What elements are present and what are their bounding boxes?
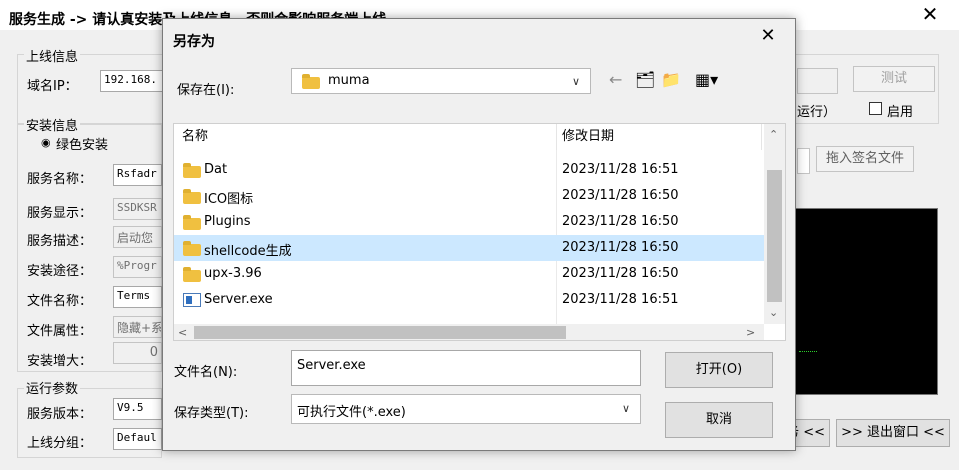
- list-item[interactable]: Dat 2023/11/28 16:51: [174, 157, 764, 183]
- service-display-input[interactable]: SSDKSR: [113, 198, 162, 220]
- file-date: 2023/11/28 16:50: [562, 188, 679, 203]
- list-item[interactable]: Server.exe 2023/11/28 16:51: [174, 287, 764, 313]
- close-icon[interactable]: ✕: [918, 2, 942, 26]
- horizontal-scrollbar[interactable]: < >: [174, 324, 764, 340]
- group-input[interactable]: Defaul: [113, 428, 162, 450]
- save-in-select[interactable]: muma ∨: [291, 68, 591, 94]
- dialog-close-icon[interactable]: ✕: [755, 23, 781, 49]
- scrollbar-thumb[interactable]: [767, 170, 782, 302]
- list-item-selected[interactable]: shellcode生成 2023/11/28 16:50: [174, 235, 764, 261]
- list-item[interactable]: ICO图标 2023/11/28 16:50: [174, 183, 764, 209]
- enable-checkbox[interactable]: [869, 102, 882, 119]
- filetype-value: 可执行文件(*.exe): [297, 405, 406, 420]
- folder-icon: [183, 189, 201, 204]
- vertical-scrollbar[interactable]: ⌃ ⌄: [764, 124, 785, 324]
- folder-icon: [183, 163, 201, 178]
- file-list: 名称 修改日期 Dat 2023/11/28 16:51 ICO图标 2023/…: [173, 123, 786, 341]
- file-name: Server.exe: [204, 292, 273, 307]
- dialog-title: 另存为: [173, 34, 215, 50]
- port-input[interactable]: [797, 68, 838, 94]
- scrollbar-thumb[interactable]: [194, 326, 566, 339]
- checkbox-box[interactable]: [869, 102, 882, 115]
- filetype-label: 保存类型(T):: [174, 406, 249, 421]
- list-item[interactable]: upx-3.96 2023/11/28 16:50: [174, 261, 764, 287]
- online-info-title: 上线信息: [24, 46, 81, 65]
- file-name: ICO图标: [204, 192, 254, 207]
- drag-sign-file-button[interactable]: 拖入签名文件: [816, 146, 914, 172]
- filename-input[interactable]: Server.exe: [291, 350, 641, 386]
- enable-label: 启用: [887, 105, 914, 120]
- file-date: 2023/11/28 16:51: [562, 292, 679, 307]
- folder-icon: [302, 74, 320, 89]
- list-item[interactable]: Plugins 2023/11/28 16:50: [174, 209, 764, 235]
- install-path-label: 安装途径：: [27, 264, 93, 279]
- back-arrow-icon[interactable]: ←: [609, 70, 622, 89]
- cancel-button[interactable]: 取消: [665, 402, 773, 438]
- file-attr-select[interactable]: 隐藏+系: [113, 316, 162, 338]
- save-as-dialog: 另存为 ✕ 保存在(I): muma ∨ ← 🗂 📁 ▦▾ 名称 修改日期 Da…: [162, 18, 796, 451]
- scroll-left-icon[interactable]: <: [178, 326, 187, 339]
- install-info-title: 安装信息: [24, 115, 81, 134]
- file-name-label: 文件名称：: [27, 294, 93, 309]
- run-params-title: 运行参数: [24, 378, 81, 397]
- domain-input[interactable]: 192.168.: [100, 70, 164, 92]
- service-name-input[interactable]: Rsfadr: [113, 164, 162, 186]
- file-name: Dat: [204, 162, 228, 177]
- install-growth-label: 安装增大：: [27, 354, 93, 369]
- install-growth-input[interactable]: 0: [113, 342, 162, 364]
- green-install-label: 绿色安装: [56, 138, 109, 153]
- dialog-toolbar: ← 🗂 📁 ▦▾: [609, 68, 729, 94]
- service-version-input[interactable]: V9.5: [113, 398, 162, 420]
- chevron-down-icon: ∨: [572, 75, 581, 88]
- scroll-down-icon[interactable]: ⌄: [769, 306, 778, 319]
- new-folder-icon[interactable]: 📁: [661, 70, 681, 89]
- service-desc-label: 服务描述：: [27, 234, 93, 249]
- scroll-right-icon[interactable]: >: [746, 326, 755, 339]
- domain-label: 域名IP：: [27, 79, 78, 94]
- run-hint: 运行）: [797, 105, 837, 120]
- save-in-label: 保存在(I):: [177, 83, 235, 98]
- filetype-select[interactable]: 可执行文件(*.exe) ∨: [291, 394, 641, 424]
- view-menu-icon[interactable]: ▦▾: [695, 70, 718, 89]
- file-name: upx-3.96: [204, 266, 262, 281]
- file-name: shellcode生成: [204, 244, 292, 259]
- service-version-label: 服务版本：: [27, 407, 93, 422]
- file-name: Plugins: [204, 214, 251, 229]
- folder-icon: [183, 267, 201, 282]
- file-date: 2023/11/28 16:50: [562, 240, 679, 255]
- file-date: 2023/11/28 16:50: [562, 266, 679, 281]
- sign-file-input[interactable]: [797, 148, 810, 174]
- folder-icon: [183, 241, 201, 256]
- test-button[interactable]: 测试: [853, 66, 935, 92]
- service-display-label: 服务显示：: [27, 206, 93, 221]
- column-header-date[interactable]: 修改日期: [562, 124, 762, 150]
- chevron-down-icon: ∨: [622, 402, 631, 415]
- exit-window-button[interactable]: >> 退出窗口 <<: [836, 419, 950, 447]
- log-panel: [790, 208, 938, 395]
- folder-icon: [183, 215, 201, 230]
- up-folder-icon[interactable]: 🗂: [635, 70, 655, 89]
- scroll-up-icon[interactable]: ⌃: [769, 128, 778, 141]
- file-date: 2023/11/28 16:50: [562, 214, 679, 229]
- service-name-label: 服务名称：: [27, 172, 93, 187]
- radio-selected-icon[interactable]: ◉: [41, 136, 51, 149]
- save-in-value: muma: [328, 73, 370, 88]
- group-label: 上线分组：: [27, 436, 93, 451]
- file-name-input[interactable]: Terms: [113, 286, 162, 308]
- file-date: 2023/11/28 16:51: [562, 162, 679, 177]
- exe-file-icon: [183, 293, 201, 307]
- file-attr-label: 文件属性：: [27, 324, 93, 339]
- install-path-input[interactable]: %Progr: [113, 256, 162, 278]
- filename-label: 文件名(N):: [174, 365, 238, 380]
- service-desc-input[interactable]: 启动您: [113, 226, 162, 248]
- log-line: [799, 351, 817, 352]
- column-header-name[interactable]: 名称: [182, 124, 557, 150]
- open-button[interactable]: 打开(O): [665, 352, 773, 388]
